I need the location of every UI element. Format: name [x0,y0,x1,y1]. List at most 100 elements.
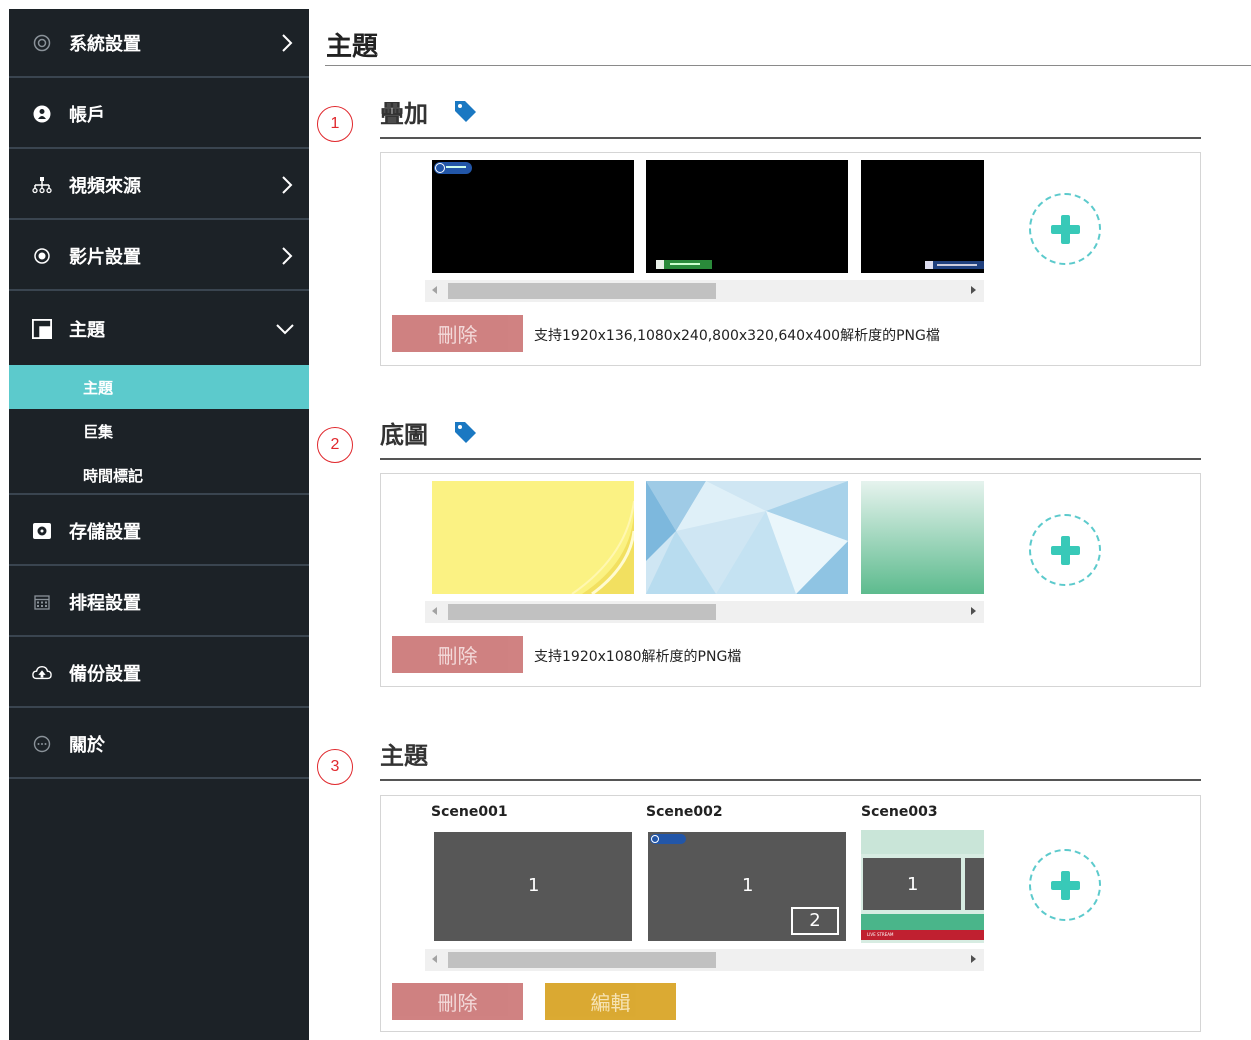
callout-marker-2: 2 [317,427,353,463]
submenu-label: 時間標記 [83,466,144,485]
scene-box-label: 1 [907,874,919,895]
background-hint: 支持1920x1080解析度的PNG檔 [534,649,742,665]
callout-marker-3: 3 [317,749,353,785]
scene-box: 1 [434,832,632,941]
nav-system-settings[interactable]: 系統設置 [9,9,309,78]
section-divider [380,458,1201,460]
scroll-thumb[interactable] [448,604,716,620]
submenu-timestamp[interactable]: 時間標記 [9,453,309,497]
background-section-title: 底圖 [380,421,428,449]
submenu-label: 主題 [83,378,114,397]
background-thumbnail-3[interactable] [861,481,984,594]
scene-name: Scene002 [646,804,723,820]
scene-green-band [861,914,984,930]
overlay-scrollbar[interactable] [425,280,984,302]
scroll-thumb[interactable] [448,283,716,299]
nav-storage-settings[interactable]: 存儲設置 [9,497,309,566]
submenu-macro[interactable]: 巨集 [9,409,309,453]
overlay-graphic [925,261,984,269]
nav-video-source[interactable]: 視頻來源 [9,151,309,220]
chevron-right-icon [282,33,293,52]
divider [325,65,1251,66]
chat-bubble-icon [32,734,52,754]
nav-label: 視頻來源 [69,175,141,197]
scroll-right-icon[interactable] [971,286,976,294]
scene-box: 1 2 [648,832,846,941]
background-graphic [646,481,848,594]
scene-name: Scene001 [431,804,508,820]
theme-edit-button[interactable]: 編輯 [545,983,676,1020]
scroll-thumb[interactable] [448,952,716,968]
nav-video-settings[interactable]: 影片設置 [9,222,309,291]
background-thumbnail-1[interactable] [432,481,634,594]
nav-theme[interactable]: 主題 [9,294,309,363]
chevron-down-icon [276,323,294,334]
scroll-left-icon[interactable] [432,607,437,615]
submenu-theme[interactable]: 主題 [9,365,309,409]
storage-icon [32,521,52,541]
background-delete-button[interactable]: 刪除 [392,636,523,673]
nav-label: 存儲設置 [69,521,141,543]
theme-section-title: 主題 [380,742,428,770]
add-overlay-button[interactable] [1029,193,1101,265]
scene-pip-box: 2 [791,907,839,935]
add-background-button[interactable] [1029,514,1101,586]
theme-panel: Scene001 Scene002 Scene003 1 1 2 1 LIVE … [380,795,1201,1032]
scene-ticker-label: LIVE STREAM [867,932,894,937]
scroll-left-icon[interactable] [432,286,437,294]
nav-label: 關於 [69,734,105,756]
scene-box [965,858,984,910]
scene-box: 1 [863,858,961,910]
overlay-hint: 支持1920x136,1080x240,800x320,640x400解析度的P… [534,328,940,344]
plus-icon-bar [1051,546,1080,555]
theme-scrollbar[interactable] [425,949,984,971]
background-scrollbar[interactable] [425,601,984,623]
nav-about[interactable]: 關於 [9,710,309,779]
tag-icon [455,101,476,122]
overlay-section-title: 疊加 [380,100,428,128]
scene-header-band [861,830,984,854]
theme-icon [32,318,52,339]
scene-thumbnail-3[interactable]: 1 LIVE STREAM [861,830,984,943]
scene-box-label: 2 [809,910,821,931]
nav-label: 影片設置 [69,246,141,268]
section-divider [380,137,1201,139]
submenu-label: 巨集 [83,422,114,441]
page-title: 主題 [326,32,379,62]
calendar-icon [32,592,52,612]
nav-backup-settings[interactable]: 備份設置 [9,639,309,708]
scene-thumbnail-1[interactable]: 1 [432,830,634,943]
network-icon [32,175,52,195]
overlay-delete-button[interactable]: 刪除 [392,315,523,352]
scroll-left-icon[interactable] [432,955,437,963]
overlay-thumbnail-1[interactable] [432,160,634,273]
scroll-right-icon[interactable] [971,607,976,615]
nav-account[interactable]: 帳戶 [9,80,309,149]
callout-marker-1: 1 [317,106,353,142]
add-theme-button[interactable] [1029,849,1101,921]
background-panel: 刪除 支持1920x1080解析度的PNG檔 [380,473,1201,687]
scene-box-label: 1 [528,875,540,896]
background-graphic [571,500,634,594]
overlay-panel: 刪除 支持1920x136,1080x240,800x320,640x400解析… [380,152,1201,366]
overlay-badge [650,834,686,844]
scene-name: Scene003 [861,804,938,820]
theme-delete-button[interactable]: 刪除 [392,983,523,1020]
nav-label: 帳戶 [69,104,105,126]
tag-icon [455,422,476,443]
nav-label: 排程設置 [69,592,141,614]
nav-label: 系統設置 [69,33,141,55]
radio-dot-icon [32,246,52,266]
scene-box-label: 1 [742,875,754,896]
nav-schedule-settings[interactable]: 排程設置 [9,568,309,637]
scene-thumbnail-2[interactable]: 1 2 [646,830,848,943]
theme-submenu: 主題 巨集 時間標記 [9,365,309,495]
user-icon [32,104,52,124]
overlay-graphic [656,260,712,269]
overlay-thumbnail-2[interactable] [646,160,848,273]
scroll-right-icon[interactable] [971,955,976,963]
overlay-thumbnail-3[interactable] [861,160,984,273]
background-thumbnail-2[interactable] [646,481,848,594]
settings-ring-icon [32,33,52,53]
chevron-right-icon [282,175,293,194]
